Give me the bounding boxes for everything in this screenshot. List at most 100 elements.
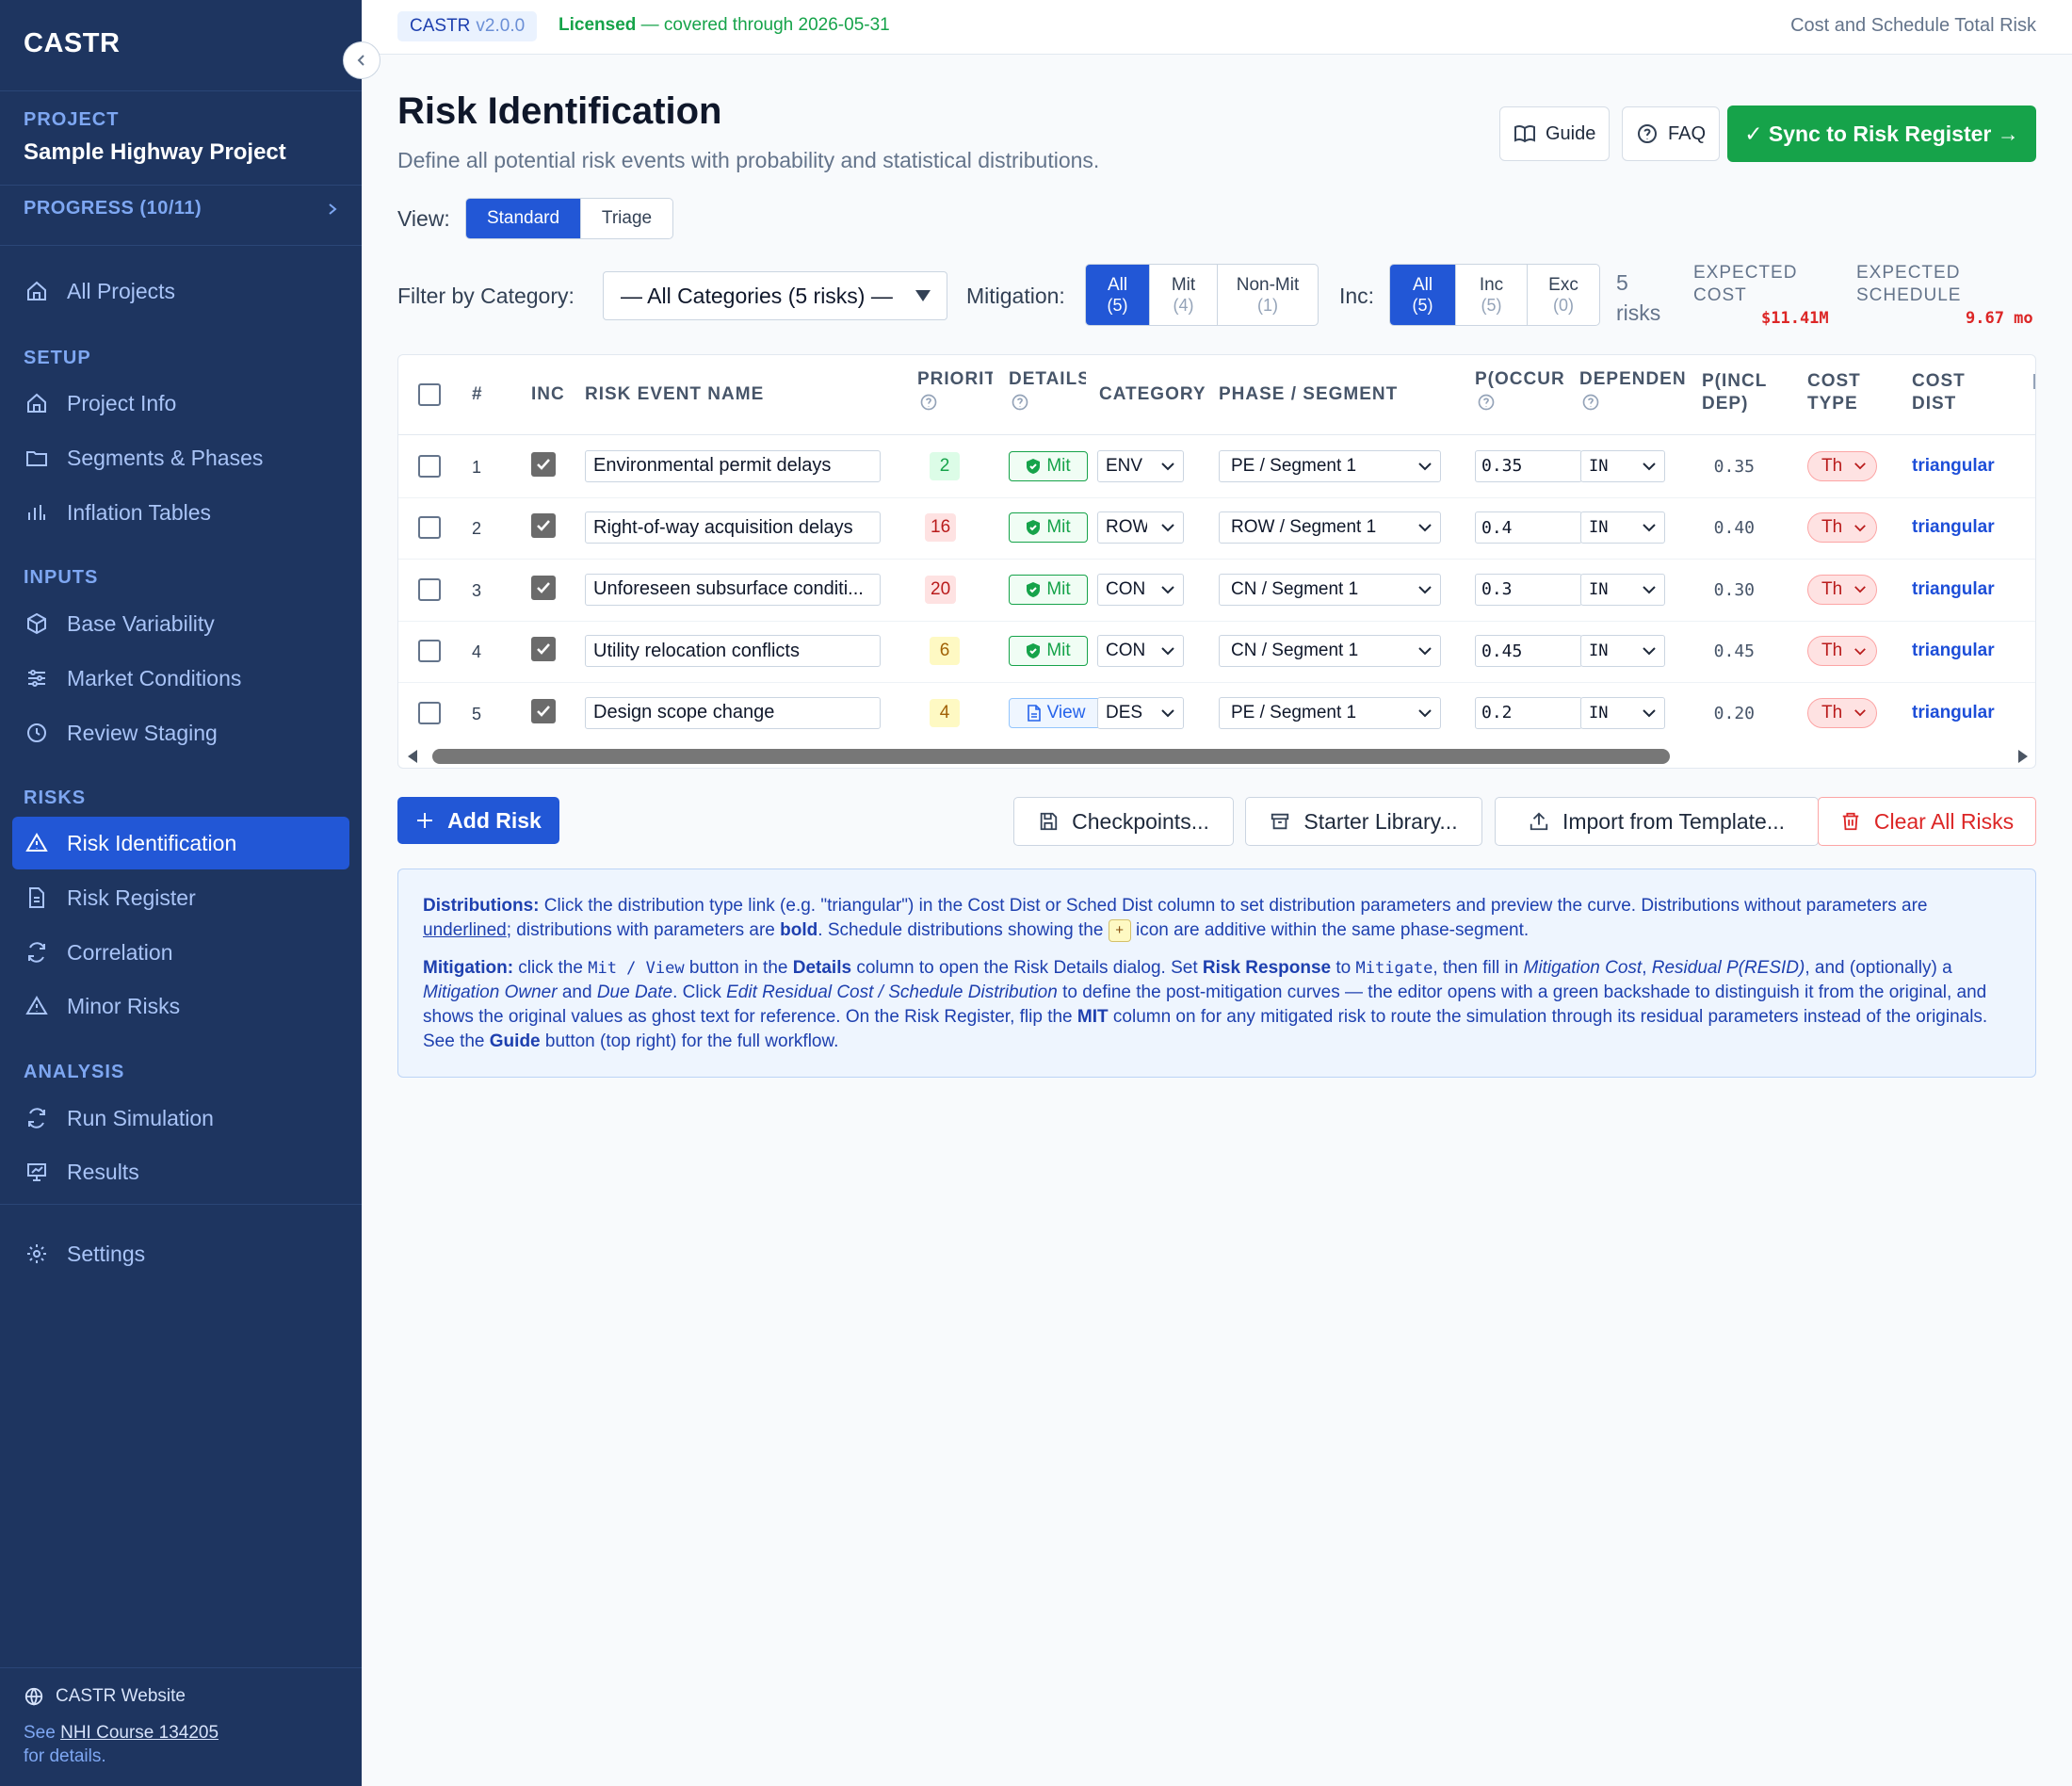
- cost-dist-link[interactable]: triangular: [1912, 517, 1995, 538]
- sidebar-item-segments-phases[interactable]: Segments & Phases: [12, 431, 349, 484]
- top-bar: CASTR v2.0.0 Licensed — covered through …: [362, 0, 2072, 55]
- dependency-value: IN: [1589, 703, 1609, 723]
- risk-name-input[interactable]: Design scope change: [585, 696, 881, 729]
- collapse-sidebar-button[interactable]: [343, 41, 380, 79]
- risk-count-number: 5: [1616, 270, 1628, 295]
- sidebar-item-results[interactable]: Results: [12, 1145, 349, 1198]
- include-checkbox[interactable]: [531, 513, 556, 539]
- include-checkbox[interactable]: [531, 698, 556, 723]
- cost-type-select[interactable]: Th: [1807, 450, 1877, 481]
- checkpoints-button[interactable]: Checkpoints...: [1013, 797, 1234, 846]
- dependency-select[interactable]: IN: [1580, 449, 1665, 482]
- dependency-select[interactable]: IN: [1580, 696, 1665, 729]
- sidebar-item-base-variability[interactable]: Base Variability: [12, 597, 349, 650]
- inc-option-inc[interactable]: Inc (5): [1456, 265, 1528, 325]
- dependency-select[interactable]: IN: [1580, 635, 1665, 668]
- row-select-checkbox[interactable]: [418, 701, 441, 724]
- cost-type-select[interactable]: Th: [1807, 512, 1877, 544]
- category-filter-select[interactable]: — All Categories (5 risks) —: [603, 271, 947, 320]
- details-mit-button[interactable]: Mit: [1009, 636, 1088, 667]
- help-circle-icon[interactable]: [1477, 393, 1496, 412]
- scroll-thumb[interactable]: [432, 749, 1670, 764]
- p-occur-input[interactable]: 0.2: [1475, 696, 1582, 729]
- sidebar-item-all-projects[interactable]: All Projects: [12, 265, 349, 317]
- cost-dist-link[interactable]: triangular: [1912, 641, 1995, 661]
- phase-segment-select[interactable]: CN / Segment 1: [1219, 635, 1441, 668]
- sidebar-item-project-info[interactable]: Project Info: [12, 377, 349, 430]
- category-select[interactable]: CON: [1097, 635, 1184, 668]
- include-checkbox[interactable]: [531, 451, 556, 477]
- risk-name-input[interactable]: Unforeseen subsurface conditi...: [585, 573, 881, 606]
- phase-segment-select[interactable]: PE / Segment 1: [1219, 449, 1441, 482]
- p-occur-input[interactable]: 0.35: [1475, 449, 1582, 482]
- details-mit-button[interactable]: Mit: [1009, 512, 1088, 544]
- include-checkbox[interactable]: [531, 637, 556, 662]
- category-select[interactable]: ENV: [1097, 449, 1184, 482]
- row-select-checkbox[interactable]: [418, 516, 441, 540]
- p-occur-input[interactable]: 0.3: [1475, 573, 1582, 606]
- starter-library-button[interactable]: Starter Library...: [1245, 797, 1482, 846]
- category-select[interactable]: ROW: [1097, 511, 1184, 544]
- add-risk-button[interactable]: Add Risk: [397, 797, 559, 844]
- phase-segment-select[interactable]: PE / Segment 1: [1219, 696, 1441, 729]
- inc-option-all[interactable]: All (5): [1390, 265, 1456, 325]
- sidebar-item-correlation[interactable]: Correlation: [12, 926, 349, 979]
- course-link[interactable]: NHI Course 134205: [60, 1723, 219, 1743]
- mitigation-option-all[interactable]: All (5): [1086, 265, 1150, 325]
- risk-name-input[interactable]: Utility relocation conflicts: [585, 635, 881, 668]
- view-option-standard[interactable]: Standard: [466, 199, 581, 238]
- p-occur-input[interactable]: 0.4: [1475, 511, 1582, 544]
- cost-dist-link[interactable]: triangular: [1912, 579, 1995, 600]
- risk-name-input[interactable]: Right-of-way acquisition delays: [585, 511, 881, 544]
- row-select-checkbox[interactable]: [418, 577, 441, 601]
- risk-name-input[interactable]: Environmental permit delays: [585, 449, 881, 482]
- dependency-select[interactable]: IN: [1580, 511, 1665, 544]
- cost-dist-link[interactable]: triangular: [1912, 456, 1995, 477]
- phase-segment-select[interactable]: ROW / Segment 1: [1219, 511, 1441, 544]
- cost-type-select[interactable]: Th: [1807, 636, 1877, 667]
- clear-all-risks-button[interactable]: Clear All Risks: [1818, 797, 2036, 846]
- sync-to-risk-register-button[interactable]: ✓ Sync to Risk Register →: [1727, 106, 2036, 162]
- faq-button[interactable]: FAQ: [1622, 106, 1721, 161]
- import-template-button[interactable]: Import from Template...: [1495, 797, 1819, 846]
- select-all-checkbox[interactable]: [418, 383, 441, 406]
- inc-option-exc[interactable]: Exc (0): [1528, 265, 1599, 325]
- p-occur-input[interactable]: 0.45: [1475, 635, 1582, 668]
- cost-dist-link[interactable]: triangular: [1912, 703, 1995, 723]
- details-view-button[interactable]: View: [1009, 697, 1103, 728]
- note-text: ; distributions with parameters are: [506, 920, 781, 940]
- website-link[interactable]: CASTR Website: [24, 1686, 186, 1707]
- mitigation-option-mit[interactable]: Mit (4): [1150, 265, 1218, 325]
- progress-toggle[interactable]: PROGRESS (10/11): [24, 198, 339, 219]
- sidebar-item-inflation-tables[interactable]: Inflation Tables: [12, 486, 349, 539]
- guide-button[interactable]: Guide: [1499, 106, 1611, 161]
- details-mit-button[interactable]: Mit: [1009, 574, 1088, 605]
- note-italic: Due Date: [596, 982, 673, 1002]
- horizontal-scrollbar[interactable]: [398, 741, 2035, 768]
- help-circle-icon[interactable]: [1011, 393, 1029, 412]
- row-select-checkbox[interactable]: [418, 454, 441, 478]
- cost-type-select[interactable]: Th: [1807, 574, 1877, 605]
- details-mit-button[interactable]: Mit: [1009, 450, 1088, 481]
- sidebar-item-minor-risks[interactable]: Minor Risks: [12, 980, 349, 1032]
- scroll-left-arrow-icon[interactable]: [406, 749, 419, 764]
- sidebar-item-market-conditions[interactable]: Market Conditions: [12, 652, 349, 705]
- sidebar-item-run-simulation[interactable]: Run Simulation: [12, 1092, 349, 1145]
- include-checkbox[interactable]: [531, 575, 556, 600]
- cost-type-select[interactable]: Th: [1807, 697, 1877, 728]
- help-circle-icon[interactable]: [919, 393, 938, 412]
- sidebar-item-settings[interactable]: Settings: [12, 1227, 349, 1280]
- mitigation-option-non-mit[interactable]: Non-Mit (1): [1218, 265, 1318, 325]
- phase-segment-select[interactable]: CN / Segment 1: [1219, 573, 1441, 606]
- dependency-select[interactable]: IN: [1580, 573, 1665, 606]
- category-select[interactable]: DES: [1097, 696, 1184, 729]
- sidebar-item-risk-identification[interactable]: Risk Identification: [12, 817, 349, 869]
- help-circle-icon[interactable]: [1581, 393, 1600, 412]
- col-header-number: #: [472, 384, 483, 404]
- view-option-triage[interactable]: Triage: [581, 199, 672, 238]
- sidebar-item-risk-register[interactable]: Risk Register: [12, 871, 349, 924]
- sidebar-item-review-staging[interactable]: Review Staging: [12, 706, 349, 759]
- scroll-right-arrow-icon[interactable]: [2016, 749, 2030, 764]
- category-select[interactable]: CON: [1097, 573, 1184, 606]
- row-select-checkbox[interactable]: [418, 640, 441, 663]
